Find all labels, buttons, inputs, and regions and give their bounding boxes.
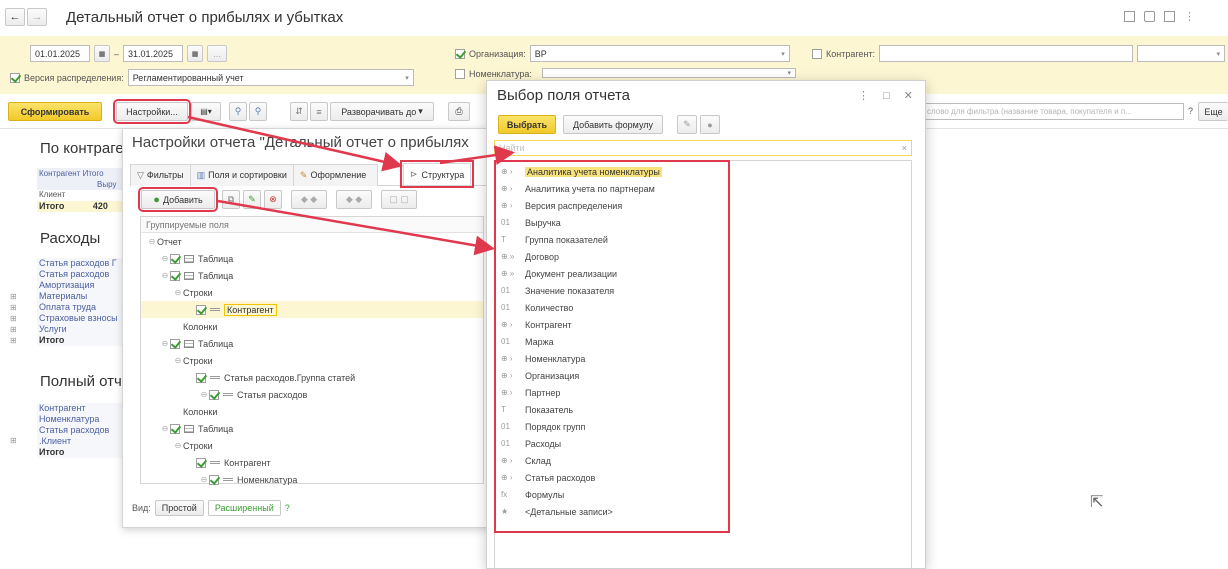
annotation-arrows [187, 115, 515, 256]
arrow-settings-to-structure [187, 115, 403, 172]
arrow-add-to-list [217, 199, 495, 256]
arrow-structure-to-dialog [439, 145, 515, 166]
